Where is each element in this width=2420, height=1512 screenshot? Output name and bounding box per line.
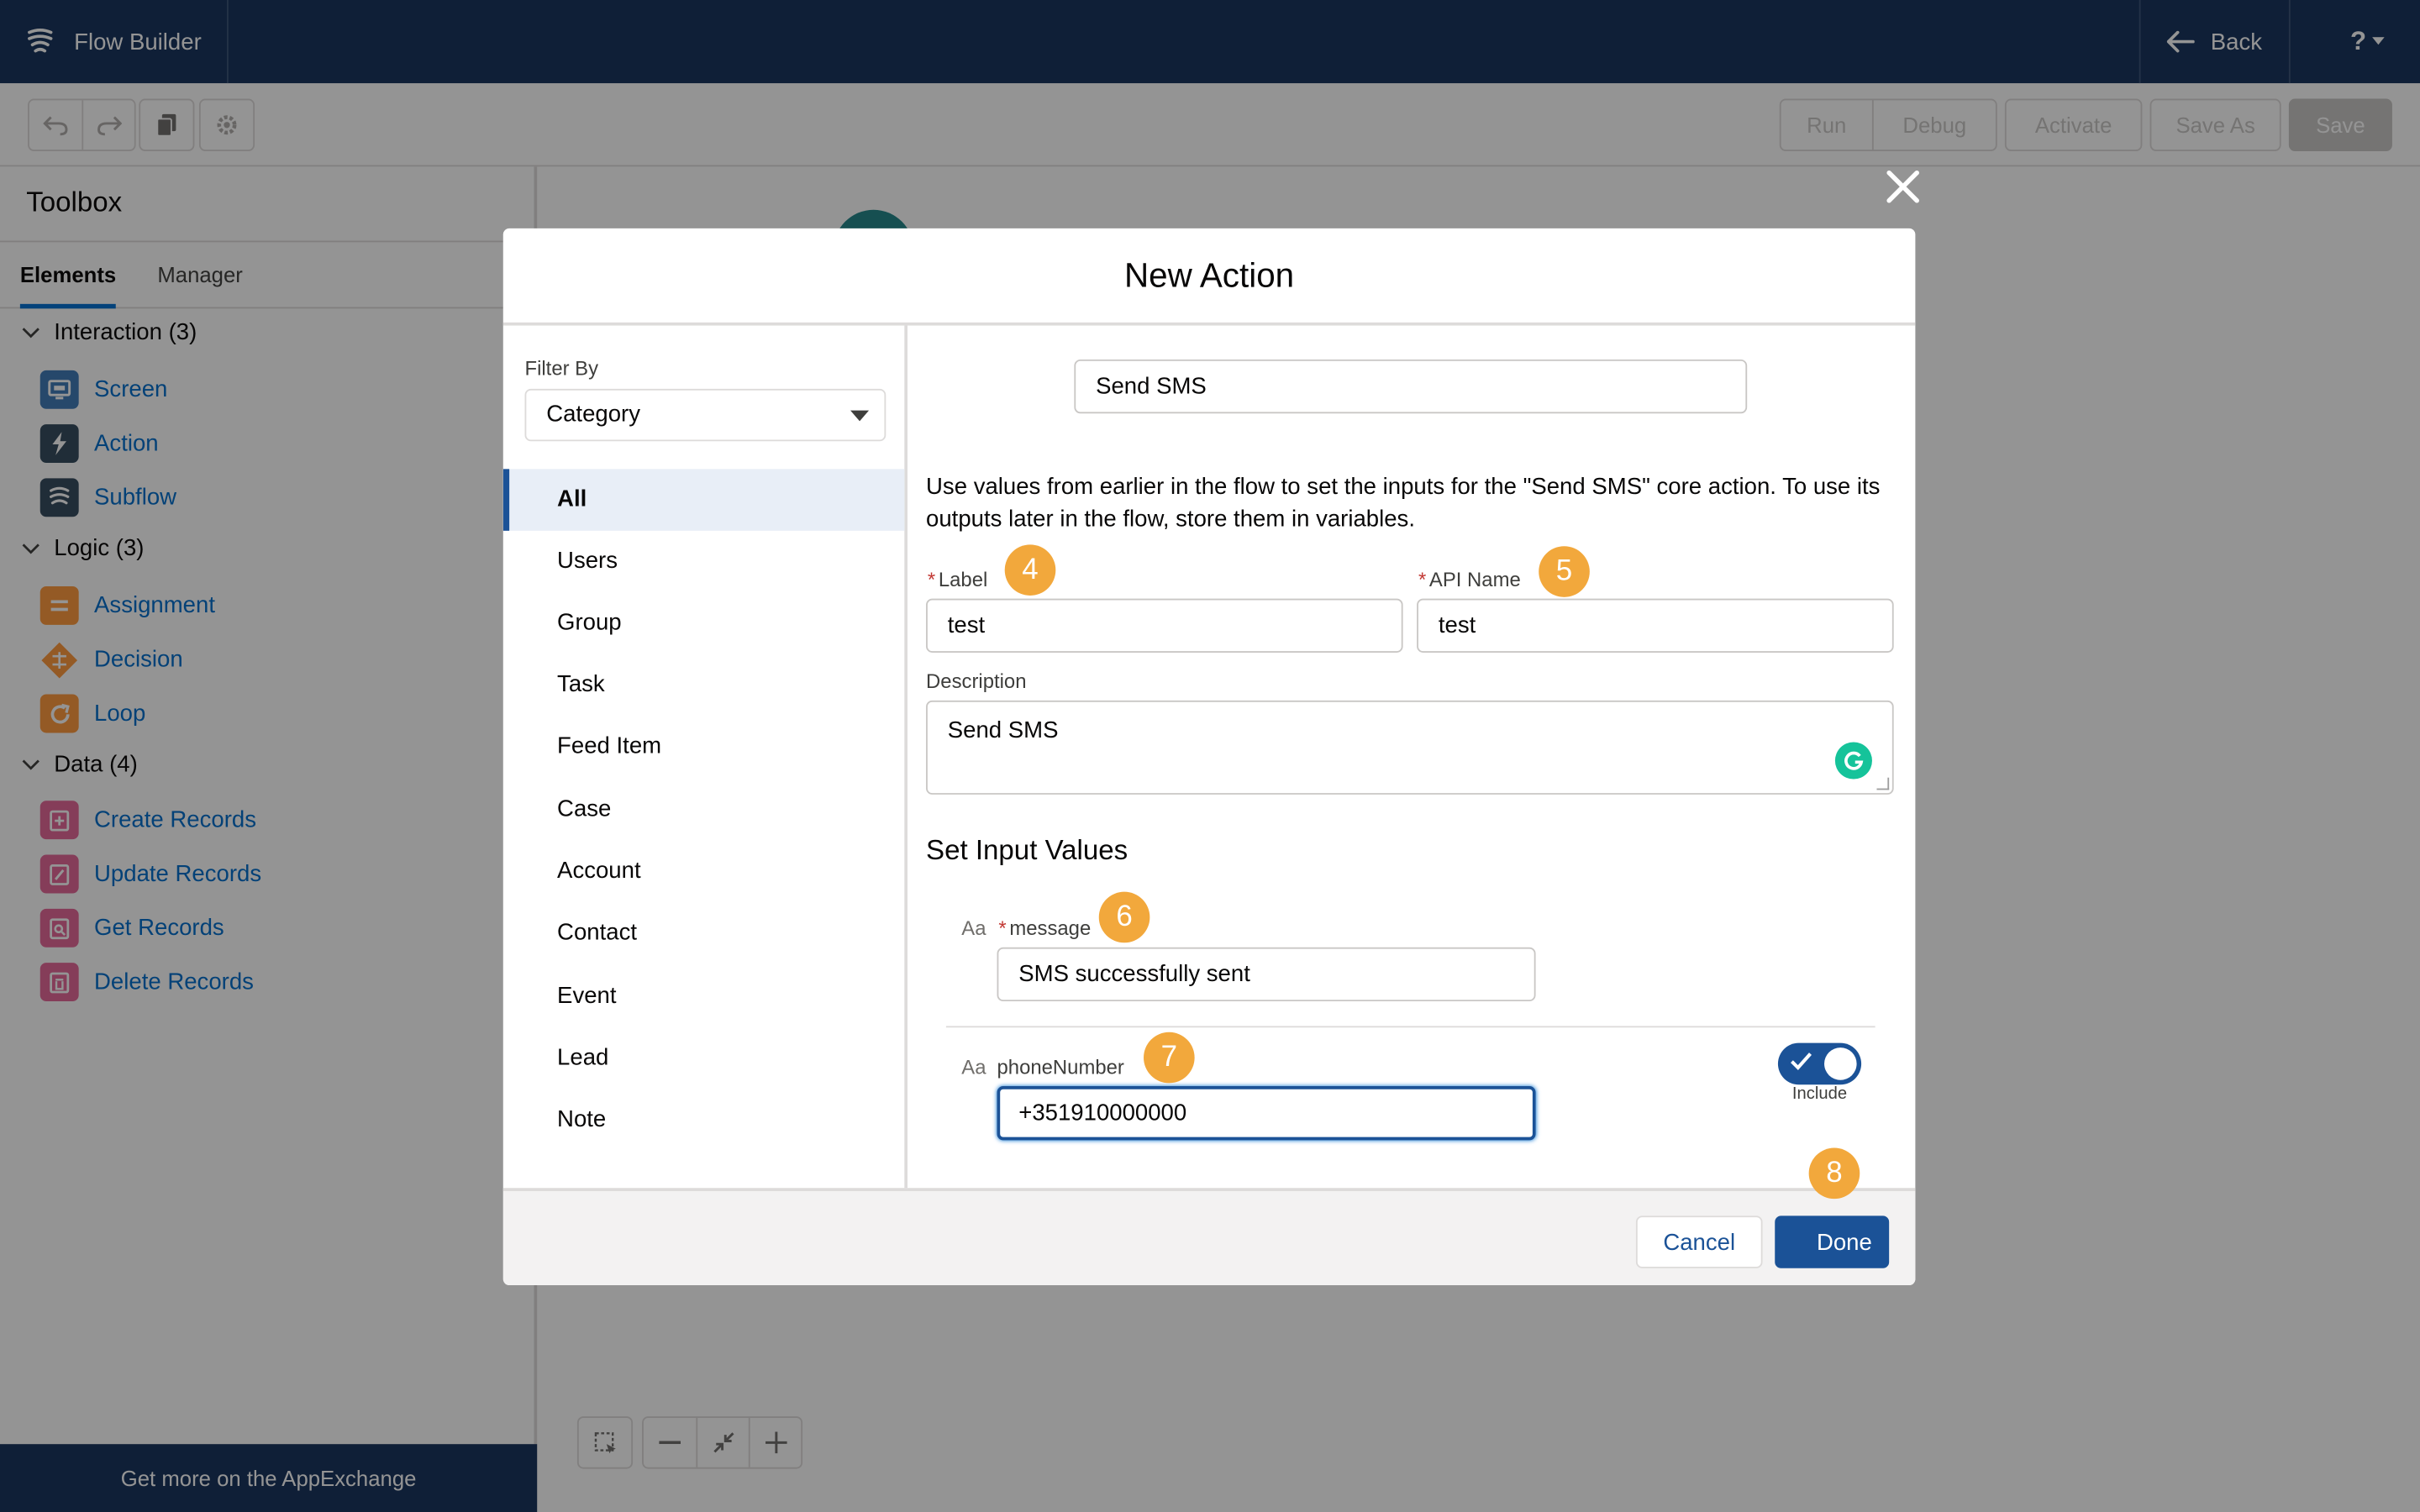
category-item[interactable]: Lead <box>503 1027 905 1089</box>
done-button[interactable]: Done <box>1775 1215 1890 1268</box>
text-type-icon: Aa <box>961 1055 986 1079</box>
category-item[interactable]: Group <box>503 592 905 654</box>
description-value: Send SMS <box>947 717 1059 744</box>
step-badge: 7 <box>1144 1032 1195 1084</box>
step-badge: 8 <box>1808 1147 1860 1200</box>
label-field-label: * Label <box>928 568 987 591</box>
category-item[interactable]: Account <box>503 841 905 902</box>
message-label-text: message <box>1009 916 1092 940</box>
phone-number-label: phoneNumber <box>997 1055 1124 1079</box>
include-label: Include <box>1791 1084 1848 1104</box>
step-badge: 5 <box>1539 546 1590 597</box>
label-field-text: Label <box>938 567 988 591</box>
filter-by-label: Filter By <box>524 356 599 380</box>
step-badge: 4 <box>1004 544 1056 596</box>
category-item[interactable]: Note <box>503 1089 905 1151</box>
api-name-field-text: API Name <box>1428 567 1521 591</box>
category-item[interactable]: Users <box>503 531 905 592</box>
required-marker: * <box>927 567 936 591</box>
category-item[interactable]: Task <box>503 654 905 716</box>
text-type-icon: Aa <box>961 916 986 940</box>
modal-close-button[interactable] <box>1880 164 1926 210</box>
include-toggle[interactable] <box>1777 1042 1862 1085</box>
new-action-modal: New Action Filter By Category All Users … <box>502 228 1916 1286</box>
action-search-input[interactable]: Send SMS <box>1074 359 1748 414</box>
required-marker: * <box>1418 567 1427 591</box>
resize-handle-icon[interactable] <box>1876 777 1890 790</box>
set-input-values-heading: Set Input Values <box>926 834 1128 866</box>
caret-down-icon <box>850 410 870 422</box>
action-config-panel: Send SMS Use values from earlier in the … <box>908 326 1915 1189</box>
phone-number-input[interactable]: +351910000000 <box>997 1086 1536 1141</box>
divider <box>945 1026 1876 1028</box>
message-field-label: * message <box>998 916 1091 940</box>
check-icon <box>1791 1053 1812 1070</box>
step-badge: 6 <box>1098 891 1150 943</box>
toggle-knob <box>1824 1047 1857 1080</box>
required-marker: * <box>998 916 1007 940</box>
action-help-text: Use values from earlier in the flow to s… <box>926 473 1881 533</box>
api-name-field-label: * API Name <box>1418 568 1521 591</box>
category-item[interactable]: All <box>502 469 905 531</box>
cancel-button[interactable]: Cancel <box>1635 1215 1763 1268</box>
filter-by-select[interactable]: Category <box>524 388 886 442</box>
category-item[interactable]: Contact <box>503 902 905 963</box>
category-item[interactable]: Event <box>503 966 905 1027</box>
description-label: Description <box>926 669 1027 693</box>
description-textarea[interactable]: Send SMS <box>926 700 1894 795</box>
category-item[interactable]: Feed Item <box>503 716 905 777</box>
modal-footer: Cancel Done <box>502 1188 1916 1286</box>
filter-by-value: Category <box>546 401 641 428</box>
category-panel: Filter By Category All Users Group Task … <box>502 325 908 1189</box>
message-input[interactable]: SMS successfully sent <box>997 947 1536 1002</box>
api-name-input[interactable]: test <box>1417 598 1894 653</box>
grammarly-icon[interactable] <box>1834 742 1872 780</box>
close-icon <box>1886 170 1919 203</box>
label-input[interactable]: test <box>926 598 1403 653</box>
modal-title: New Action <box>502 228 1916 326</box>
category-item[interactable]: Case <box>503 780 905 841</box>
